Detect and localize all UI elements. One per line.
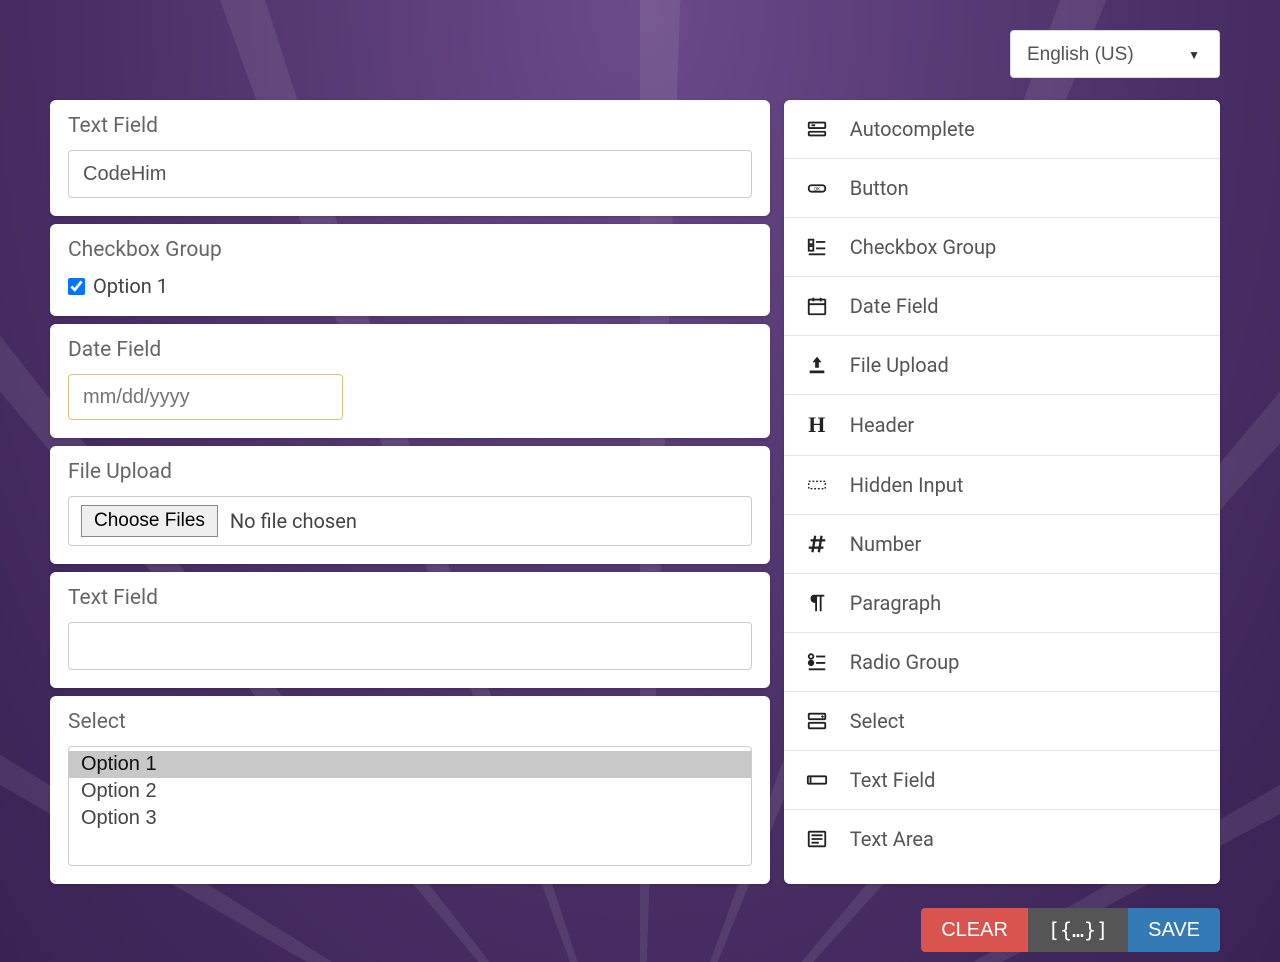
svg-text:OK: OK [814,186,820,192]
field-text-1[interactable]: Text Field [50,100,770,216]
option: Option 2 [69,778,751,805]
palette-autocomplete[interactable]: Autocomplete [784,100,1220,159]
language-select[interactable]: English (US) [1010,30,1220,78]
file-input-wrap: Choose Files No file chosen [68,496,752,546]
palette-label: Paragraph [850,591,941,615]
choose-files-button[interactable]: Choose Files [81,505,218,537]
calendar-icon [804,295,830,317]
palette-radio-group[interactable]: Radio Group [784,633,1220,692]
palette-label: Button [850,176,909,200]
palette-label: Text Area [850,827,934,851]
select-multi[interactable]: Option 1 Option 2 Option 3 [68,746,752,866]
form-builder: Text Field Checkbox Group Option 1 Date … [50,100,1220,884]
date-input[interactable] [68,374,343,420]
button-icon: OK [804,177,830,199]
checkbox-label: Option 1 [93,274,168,298]
autocomplete-icon [804,118,830,140]
form-canvas: Text Field Checkbox Group Option 1 Date … [50,100,770,884]
hash-icon [804,533,830,555]
palette-hidden-input[interactable]: Hidden Input [784,456,1220,515]
field-label: Date Field [68,338,752,362]
palette-date-field[interactable]: Date Field [784,277,1220,336]
palette-label: Checkbox Group [850,235,996,259]
field-checkbox-group[interactable]: Checkbox Group Option 1 [50,224,770,316]
field-label: Text Field [68,114,752,138]
text-area-icon [804,828,830,850]
field-file-upload[interactable]: File Upload Choose Files No file chosen [50,446,770,564]
paragraph-icon [804,592,830,614]
option: Option 1 [69,751,751,778]
clear-button[interactable]: CLEAR [921,908,1028,952]
palette-select[interactable]: Select [784,692,1220,751]
palette-label: Select [850,709,905,733]
checkbox-input[interactable] [68,278,85,295]
radio-group-icon [804,651,830,673]
palette-label: Autocomplete [850,117,975,141]
file-status-text: No file chosen [230,509,357,533]
select-icon [804,710,830,732]
header-icon: H [804,412,830,438]
text-input[interactable] [68,622,752,670]
palette-text-field[interactable]: Text Field [784,751,1220,810]
palette-checkbox-group[interactable]: Checkbox Group [784,218,1220,277]
palette-file-upload[interactable]: File Upload [784,336,1220,395]
field-label: Text Field [68,586,752,610]
field-select[interactable]: Select Option 1 Option 2 Option 3 [50,696,770,884]
palette-label: Hidden Input [850,473,964,497]
palette-header[interactable]: H Header [784,395,1220,456]
palette-number[interactable]: Number [784,515,1220,574]
palette-label: Number [850,532,921,556]
field-palette: Autocomplete OK Button Checkbox Group Da… [784,100,1220,884]
field-date[interactable]: Date Field [50,324,770,438]
palette-text-area[interactable]: Text Area [784,810,1220,868]
palette-label: Date Field [850,294,939,318]
checkbox-group-icon [804,236,830,258]
palette-label: File Upload [850,353,949,377]
upload-icon [804,354,830,376]
json-button[interactable]: [{…}] [1028,908,1128,952]
field-label: File Upload [68,460,752,484]
hidden-input-icon [804,474,830,496]
checkbox-row: Option 1 [68,274,752,298]
palette-label: Header [850,413,914,437]
palette-label: Radio Group [850,650,960,674]
field-label: Select [68,710,752,734]
palette-paragraph[interactable]: Paragraph [784,574,1220,633]
text-field-icon [804,769,830,791]
field-text-2[interactable]: Text Field [50,572,770,688]
option: Option 3 [69,805,751,832]
field-label: Checkbox Group [68,238,752,262]
action-bar: CLEAR [{…}] SAVE [921,908,1220,952]
palette-button[interactable]: OK Button [784,159,1220,218]
text-input[interactable] [68,150,752,198]
palette-label: Text Field [850,768,936,792]
save-button[interactable]: SAVE [1128,908,1220,952]
